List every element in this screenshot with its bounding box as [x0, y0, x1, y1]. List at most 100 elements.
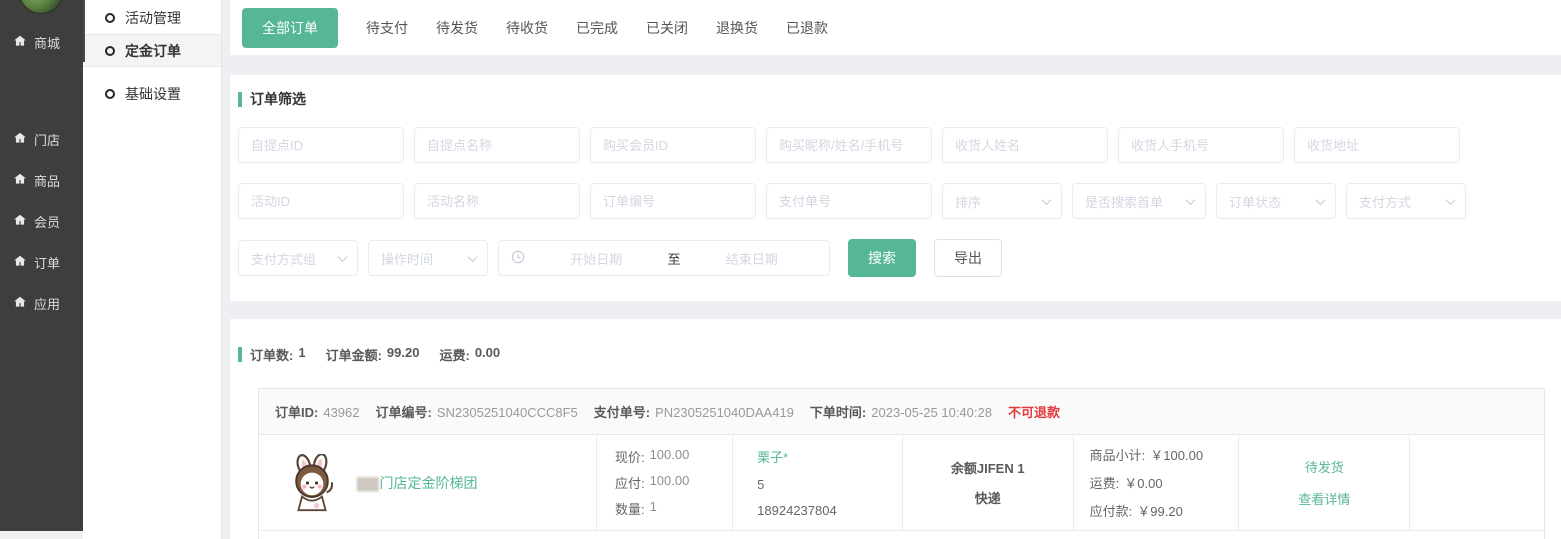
- filter-section-title: 订单筛选: [238, 89, 1553, 109]
- buyer-nickname-link[interactable]: 栗子*: [757, 447, 788, 466]
- home-icon: [13, 172, 27, 189]
- buyer-nickname-input[interactable]: [766, 127, 932, 163]
- order-amount-label: 订单金额:: [326, 345, 382, 364]
- receiver-name-input[interactable]: [942, 127, 1108, 163]
- radio-circle-icon: [105, 13, 115, 23]
- sidebar-item-label: 门店: [34, 130, 60, 149]
- tab-refunded[interactable]: 已退款: [786, 18, 828, 38]
- spacer: [230, 301, 1561, 319]
- chevron-down-icon: [468, 252, 478, 262]
- delivery-method: 快递: [975, 488, 1001, 507]
- product-avatar: [283, 454, 341, 512]
- payment-sn-label: 支付单号:: [594, 402, 650, 421]
- primary-sidebar-rail: 商城 门店 商品 会员 订单 应用: [0, 0, 83, 531]
- operate-time-select[interactable]: 操作时间: [368, 240, 488, 276]
- order-sn-value: SN2305251040CCC8F5: [437, 405, 578, 420]
- tab-closed[interactable]: 已关闭: [646, 18, 688, 38]
- submenu-scrollbar[interactable]: [83, 0, 85, 62]
- sidebar-item-label: 商品: [34, 171, 60, 190]
- order-id-value: 43962: [323, 405, 359, 420]
- status-badge: 待发货: [1305, 457, 1344, 476]
- accent-bar: [238, 347, 242, 362]
- tab-pending-shipment[interactable]: 待发货: [436, 18, 478, 38]
- search-button[interactable]: 搜索: [848, 239, 916, 277]
- submenu-item-activity[interactable]: 活动管理: [83, 1, 221, 34]
- radio-circle-icon: [105, 89, 115, 99]
- view-detail-link[interactable]: 查看详情: [1298, 489, 1350, 508]
- receiver-address-input[interactable]: [1294, 127, 1460, 163]
- freight-value: ￥0.00: [1124, 473, 1162, 492]
- order-status-tabs: 全部订单 待支付 待发货 待收货 已完成 已关闭 退换货 已退款: [230, 0, 1561, 55]
- activity-name-input[interactable]: [414, 183, 580, 219]
- subtotal-value: ￥100.00: [1150, 445, 1203, 464]
- select-label: 是否搜索首单: [1085, 192, 1163, 211]
- product-name-link[interactable]: ▇▇门店定金阶梯团: [357, 473, 478, 493]
- submenu-item-deposit-order[interactable]: 定金订单: [83, 34, 221, 67]
- primary-nav: 商城 门店 商品 会员 订单 应用: [0, 0, 83, 324]
- subtotal-label: 商品小计:: [1090, 445, 1146, 464]
- sidebar-item-label: 商城: [34, 33, 60, 52]
- select-label: 支付方式: [1359, 192, 1411, 211]
- accent-bar: [238, 92, 242, 107]
- order-card: 订单ID:43962 订单编号:SN2305251040CCC8F5 支付单号:…: [258, 388, 1545, 539]
- sidebar-item-order[interactable]: 订单: [0, 242, 83, 283]
- sort-select[interactable]: 排序: [942, 183, 1062, 219]
- date-range-picker[interactable]: 开始日期 至 结束日期: [498, 240, 830, 276]
- order-list-panel: 订单数:1 订单金额:99.20 运费:0.00 订单ID:43962 订单编号…: [230, 319, 1561, 539]
- order-id-label: 订单ID:: [275, 402, 318, 421]
- order-time-label: 下单时间:: [810, 402, 866, 421]
- chevron-down-icon: [1446, 195, 1456, 205]
- pickup-id-input[interactable]: [238, 127, 404, 163]
- tab-pending-payment[interactable]: 待支付: [366, 18, 408, 38]
- buyer-cell: 栗子* 5 18924237804: [733, 435, 903, 530]
- quantity-value: 1: [650, 499, 657, 518]
- order-filter-panel: 订单筛选 排序 是否搜索首单 订单状态: [230, 75, 1561, 301]
- current-price-value: 100.00: [650, 447, 690, 466]
- tab-return-exchange[interactable]: 退换货: [716, 18, 758, 38]
- main-content: 全部订单 待支付 待发货 待收货 已完成 已关闭 退换货 已退款 订单筛选: [230, 0, 1561, 539]
- select-label: 排序: [955, 192, 981, 211]
- order-card-header: 订单ID:43962 订单编号:SN2305251040CCC8F5 支付单号:…: [259, 389, 1544, 435]
- freight-value: 0.00: [475, 345, 500, 364]
- paid-price-value: 100.00: [650, 473, 690, 492]
- home-icon: [13, 131, 27, 148]
- activity-id-input[interactable]: [238, 183, 404, 219]
- sidebar-item-label: 订单: [34, 253, 60, 272]
- export-button[interactable]: 导出: [934, 239, 1002, 277]
- current-price-label: 现价:: [615, 447, 645, 466]
- select-label: 订单状态: [1229, 192, 1281, 211]
- payment-sn-input[interactable]: [766, 183, 932, 219]
- sidebar-item-member[interactable]: 会员: [0, 201, 83, 242]
- buyer-member-id: 5: [757, 477, 764, 492]
- order-count-label: 订单数:: [250, 345, 293, 364]
- payment-sn-value: PN2305251040DAA419: [655, 405, 794, 420]
- filter-row-3: 支付方式组 操作时间 开始日期 至 结束日期 搜索 导出: [238, 239, 1553, 277]
- pay-method-select[interactable]: 支付方式: [1346, 183, 1466, 219]
- start-date-placeholder[interactable]: 开始日期: [531, 249, 662, 268]
- receiver-phone-input[interactable]: [1118, 127, 1284, 163]
- pay-method-group-select[interactable]: 支付方式组: [238, 240, 358, 276]
- end-date-placeholder[interactable]: 结束日期: [687, 249, 818, 268]
- sidebar-item-product[interactable]: 商品: [0, 160, 83, 201]
- sidebar-item-store[interactable]: 门店: [0, 119, 83, 160]
- chevron-down-icon: [1186, 195, 1196, 205]
- order-sn-input[interactable]: [590, 183, 756, 219]
- status-cell: 待发货 查看详情: [1239, 435, 1410, 530]
- submenu-item-settings[interactable]: 基础设置: [83, 77, 221, 110]
- pickup-name-input[interactable]: [414, 127, 580, 163]
- sidebar-item-mall[interactable]: 商城: [0, 22, 83, 63]
- tab-all-orders[interactable]: 全部订单: [242, 8, 338, 48]
- order-amount-value: 99.20: [387, 345, 420, 364]
- order-status-select[interactable]: 订单状态: [1216, 183, 1336, 219]
- sidebar-item-label: 会员: [34, 212, 60, 231]
- totals-cell: 商品小计:￥100.00 运费:￥0.00 应付款:￥99.20: [1074, 435, 1240, 530]
- rail-spacer: [0, 63, 83, 119]
- first-order-select[interactable]: 是否搜索首单: [1072, 183, 1206, 219]
- payment-method: 余额JIFEN 1: [951, 458, 1025, 477]
- sidebar-item-app[interactable]: 应用: [0, 283, 83, 324]
- tab-pending-receipt[interactable]: 待收货: [506, 18, 548, 38]
- tab-completed[interactable]: 已完成: [576, 18, 618, 38]
- payable-value: ￥99.20: [1137, 501, 1183, 520]
- buyer-member-id-input[interactable]: [590, 127, 756, 163]
- chevron-down-icon: [338, 252, 348, 262]
